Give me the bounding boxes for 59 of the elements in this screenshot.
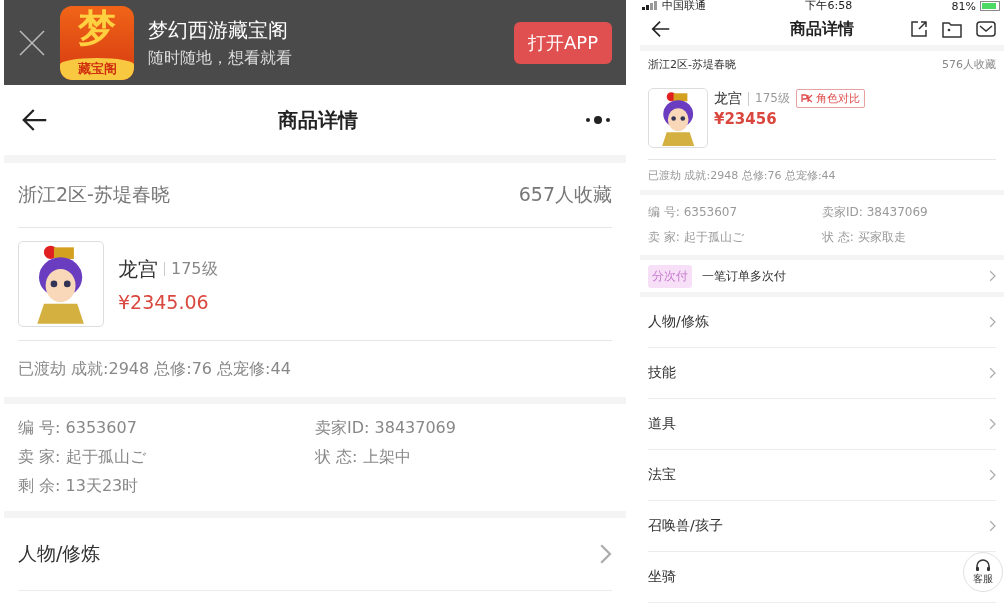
info-field: 状 态: 上架中 — [315, 447, 612, 468]
installment-tag: 分次付 — [648, 264, 692, 288]
menu-item[interactable]: 人物/修炼 — [18, 518, 612, 591]
installment-text: 一笔订单多次付 — [702, 267, 786, 285]
character-name: 龙宫 — [118, 255, 158, 283]
info-field: 卖家ID: 38437069 — [822, 204, 996, 222]
menu-item[interactable]: 道具 — [648, 415, 676, 433]
share-icon[interactable] — [910, 20, 928, 39]
info-field: 编 号: 6353607 — [648, 204, 822, 222]
server-name: 浙江2区-苏堤春晓 — [648, 56, 736, 72]
signal-icon — [642, 0, 658, 10]
app-slogan: 随时随地，想看就看 — [148, 47, 293, 69]
role-compare-button[interactable]: 角色对比 — [795, 89, 865, 109]
info-field: 卖 家: 起于孤山ご — [648, 229, 822, 247]
menu-item[interactable]: 技能 — [648, 364, 676, 382]
server-name: 浙江2区-苏堤春晓 — [18, 182, 170, 207]
character-level: 175级 — [171, 258, 218, 280]
customer-service-button[interactable]: 客服 — [963, 552, 1003, 592]
close-icon[interactable] — [18, 28, 46, 57]
page-title: 商品详情 — [278, 106, 358, 134]
chevron-right-icon — [598, 543, 612, 565]
menu-item[interactable]: 坐骑 — [648, 568, 676, 586]
logo-caption: 藏宝阁 — [60, 57, 134, 80]
chevron-right-icon — [988, 270, 996, 283]
menu-item[interactable]: 法宝 — [648, 466, 676, 484]
info-field: 卖家ID: 38437069 — [315, 418, 612, 439]
favorite-count: 576人收藏 — [942, 56, 996, 72]
more-icon[interactable] — [584, 115, 612, 125]
favorite-count: 657人收藏 — [518, 182, 612, 207]
price: ¥2345.06 — [118, 290, 210, 313]
page-title: 商品详情 — [790, 18, 854, 40]
battery-percent: 81% — [951, 0, 976, 13]
chevron-right-icon — [988, 367, 996, 379]
character-stats: 已渡劫 成就:2948 总修:76 总宠修:44 — [648, 167, 836, 183]
character-stats: 已渡劫 成就:2948 总修:76 总宠修:44 — [18, 358, 291, 380]
info-field: 剩 余: 13天23时 — [18, 476, 315, 497]
menu-item[interactable]: 召唤兽/孩子 — [648, 517, 723, 535]
menu-item[interactable]: 人物/修炼 — [648, 313, 709, 331]
info-field: 状 态: 买家取走 — [822, 229, 996, 247]
folder-icon[interactable] — [942, 20, 962, 39]
open-app-button[interactable]: 打开APP — [513, 21, 612, 64]
price: ¥23456 — [714, 110, 778, 129]
character-name: 龙宫 — [714, 89, 742, 108]
info-field: 卖 家: 起于孤山ご — [18, 447, 315, 468]
pk-icon — [800, 94, 813, 104]
clock-time: 下午6:58 — [805, 0, 853, 13]
headset-icon — [975, 558, 991, 572]
info-field: 编 号: 6353607 — [18, 418, 315, 439]
chevron-right-icon — [988, 418, 996, 430]
chevron-right-icon — [988, 316, 996, 328]
chevron-right-icon — [988, 469, 996, 481]
mail-icon[interactable] — [976, 20, 996, 39]
battery-icon — [980, 1, 1002, 12]
carrier-name: 中国联通 — [662, 0, 706, 13]
app-name: 梦幻西游藏宝阁 — [148, 16, 289, 44]
chevron-right-icon — [988, 520, 996, 532]
character-level: 175级 — [755, 90, 790, 108]
installment-row[interactable]: 分次付 一笔订单多次付 — [648, 260, 996, 293]
logo-glyph: 梦 — [78, 5, 116, 50]
